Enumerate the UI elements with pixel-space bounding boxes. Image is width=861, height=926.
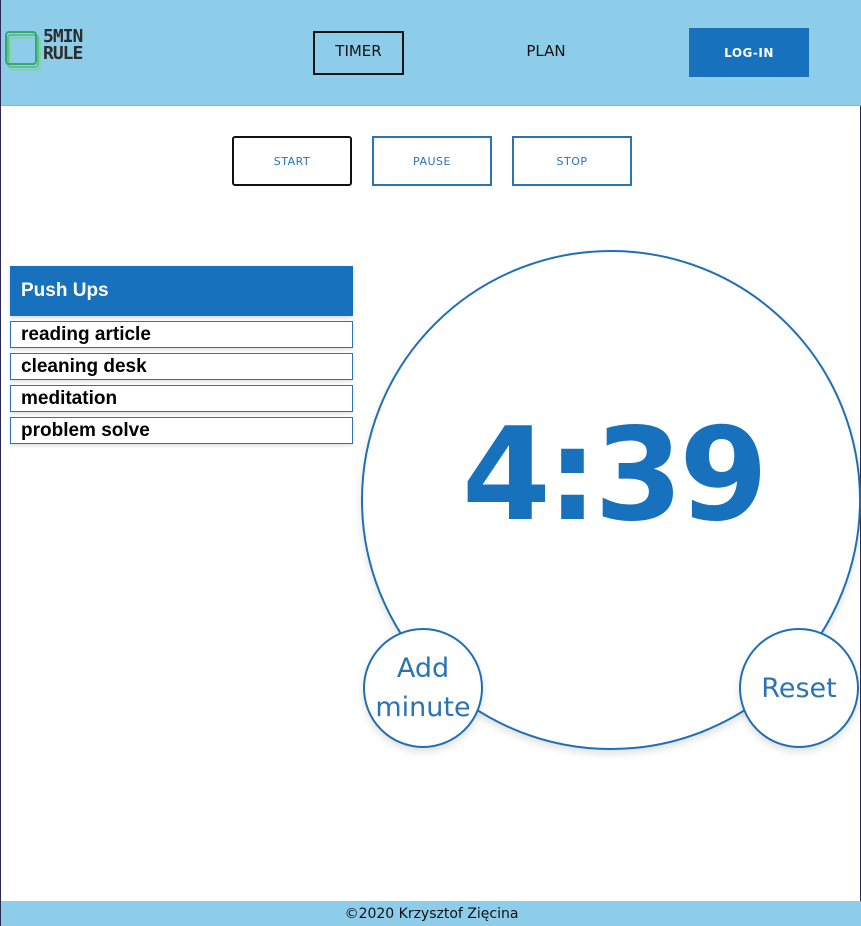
pause-button[interactable]: PAUSE xyxy=(372,136,492,186)
logo-text: 5MIN RULE xyxy=(43,28,83,64)
add-minute-label-line2: minute xyxy=(375,692,471,723)
add-minute-label: Add minute xyxy=(375,649,470,727)
stop-button[interactable]: STOP xyxy=(512,136,632,186)
task-list: Push Ups reading article cleaning desk m… xyxy=(10,266,353,444)
footer-copyright: ©2020 Krzysztof Zięcina xyxy=(344,905,519,922)
task-item-problem-solve[interactable]: problem solve xyxy=(10,417,353,444)
task-item-meditation[interactable]: meditation xyxy=(10,385,353,412)
add-minute-button[interactable]: Add minute xyxy=(363,628,483,748)
timer-display: 4:39 xyxy=(461,401,768,550)
login-button[interactable]: LOG-IN xyxy=(689,28,809,77)
task-item-reading-article[interactable]: reading article xyxy=(10,321,353,348)
nav-timer[interactable]: TIMER xyxy=(313,31,404,75)
current-task[interactable]: Push Ups xyxy=(10,266,353,316)
logo-line-2: RULE xyxy=(43,43,83,64)
reset-button[interactable]: Reset xyxy=(739,628,859,748)
footer: ©2020 Krzysztof Zięcina xyxy=(1,901,861,926)
header: 5MIN RULE TIMER PLAN LOG-IN xyxy=(1,0,861,106)
nav-plan[interactable]: PLAN xyxy=(506,31,586,75)
start-button[interactable]: START xyxy=(232,136,352,186)
stacked-squares-icon xyxy=(5,31,41,71)
logo[interactable]: 5MIN RULE xyxy=(5,28,101,74)
add-minute-label-line1: Add xyxy=(396,653,450,684)
task-item-cleaning-desk[interactable]: cleaning desk xyxy=(10,353,353,380)
